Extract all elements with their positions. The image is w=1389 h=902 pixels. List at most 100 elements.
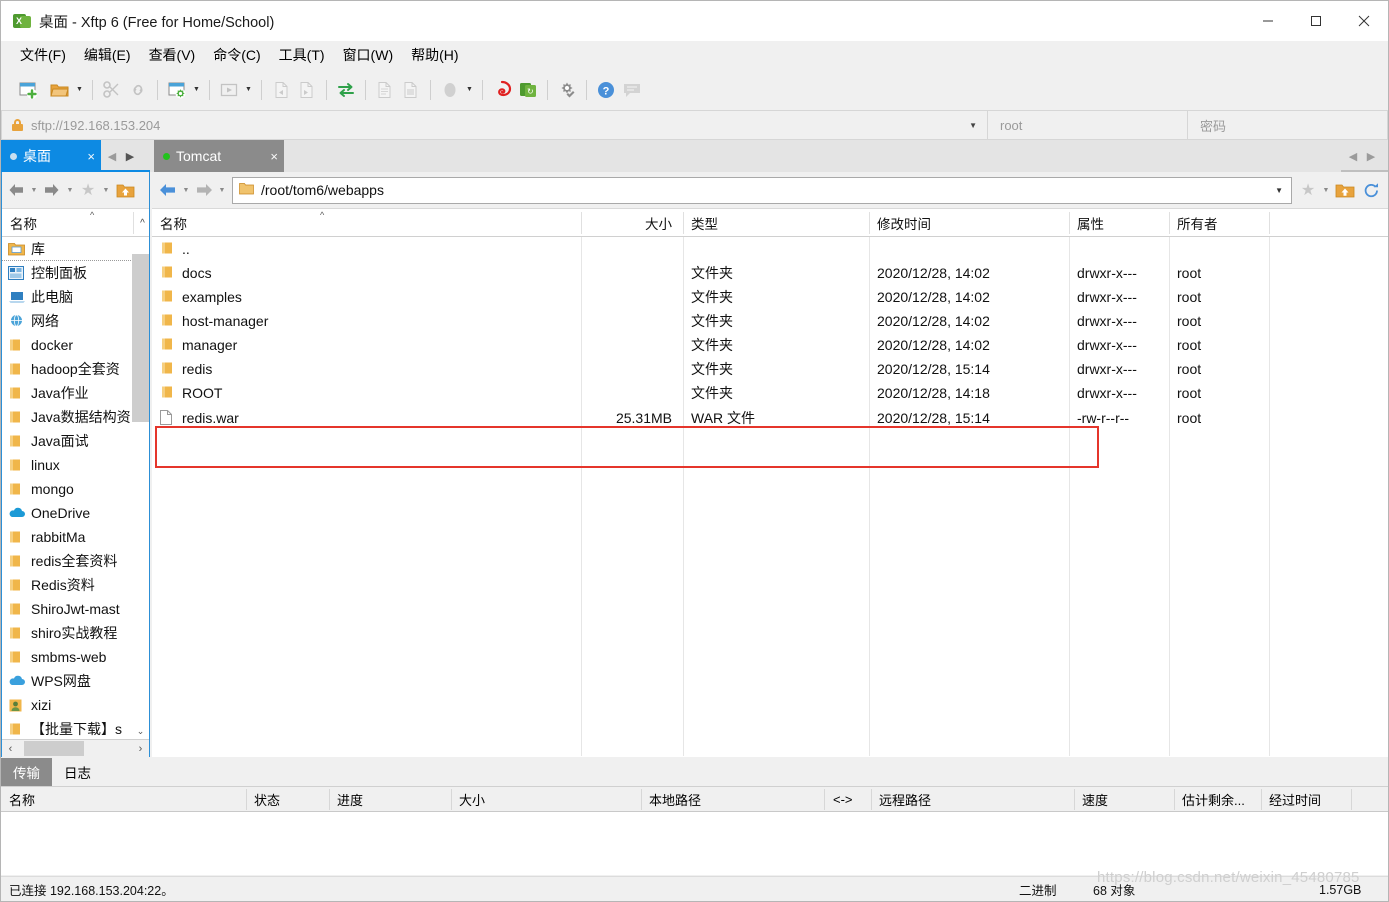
remote-back-chevron-down-icon[interactable]: ▼ [180,177,192,203]
local-star-icon[interactable]: ★ [76,177,100,203]
tab-transfer[interactable]: 传输 [1,758,52,786]
menu-view[interactable]: 查看(V) [140,42,205,68]
remote-col-attrs[interactable]: 属性 [1069,209,1169,237]
remote-up-folder-icon[interactable] [1332,177,1358,203]
list-item[interactable]: 网络 [2,309,149,333]
list-item[interactable]: redis全套资料 [2,549,149,573]
help-icon[interactable]: ? [593,77,619,103]
xfer-col-speed[interactable]: 速度 [1074,787,1174,812]
local-back-arrow-icon[interactable] [4,177,28,203]
sync-transfer-icon[interactable] [333,77,359,103]
list-item[interactable]: 【批量下载】s [2,717,149,739]
session-settings-icon[interactable] [164,77,190,103]
remote-col-modified[interactable]: 修改时间 [869,209,1069,237]
local-file-list[interactable]: 库 控制面板 此电脑 网络 docker hadoop全套资 Java作业 Ja… [2,237,149,740]
local-vscroll-thumb[interactable] [132,254,149,422]
list-item[interactable]: 此电脑 [2,285,149,309]
list-item[interactable]: ShiroJwt-mast [2,597,149,621]
menu-window[interactable]: 窗口(W) [334,42,403,68]
xshell-icon[interactable] [489,77,515,103]
xfer-col-remote-path[interactable]: 远程路径 [871,787,1074,812]
open-folder-icon[interactable] [47,77,73,103]
tab-remote-close-icon[interactable]: × [270,149,278,164]
local-forward-chevron-down-icon[interactable]: ▼ [64,177,76,203]
list-item[interactable]: xizi [2,693,149,717]
list-item[interactable]: 控制面板 [2,261,149,285]
menu-tools[interactable]: 工具(T) [270,42,334,68]
transfer-list[interactable] [1,812,1388,875]
local-star-chevron-down-icon[interactable]: ▼ [100,177,112,203]
xfer-col-size[interactable]: 大小 [451,787,641,812]
remote-file-list[interactable]: .. docs 文件夹 2020/12/28, 14:02 drwxr-x---… [152,237,1388,756]
remote-path-input[interactable]: /root/tom6/webapps ▼ [232,176,1292,204]
remote-col-type[interactable]: 类型 [683,209,869,237]
table-row[interactable]: redis 文件夹 2020/12/28, 15:14 drwxr-x--- r… [152,357,1388,381]
list-item[interactable]: Java面试 [2,429,149,453]
remote-path-chevron-down-icon[interactable]: ▼ [1275,186,1283,195]
list-item[interactable]: hadoop全套资 [2,357,149,381]
xfer-col-progress[interactable]: 进度 [329,787,451,812]
maximize-button[interactable] [1292,1,1340,41]
remote-forward-chevron-down-icon[interactable]: ▼ [216,177,228,203]
list-item[interactable]: rabbitMa [2,525,149,549]
remote-col-owner[interactable]: 所有者 [1169,209,1269,237]
password-input[interactable]: 密码 [1188,110,1388,140]
open-folder-chevron-down-icon[interactable]: ▼ [73,77,86,103]
xfer-col-direction[interactable]: <-> [824,787,871,812]
table-row[interactable]: manager 文件夹 2020/12/28, 14:02 drwxr-x---… [152,333,1388,357]
table-row[interactable]: host-manager 文件夹 2020/12/28, 14:02 drwxr… [152,309,1388,333]
tab-scroll-left-icon[interactable]: ◀ [103,150,121,163]
list-item[interactable]: linux [2,453,149,477]
table-row[interactable]: docs 文件夹 2020/12/28, 14:02 drwxr-x--- ro… [152,261,1388,285]
table-row[interactable]: examples 文件夹 2020/12/28, 14:02 drwxr-x--… [152,285,1388,309]
local-col-scroll-cap[interactable]: ^ [134,209,151,237]
list-item[interactable]: Java作业 [2,381,149,405]
session-url-input[interactable]: sftp://192.168.153.204 ▼ [1,110,988,140]
remote-col-size[interactable]: 大小 [581,209,682,237]
tab-scroll-left-icon-2[interactable]: ◀ [1344,150,1362,163]
options-gear-icon[interactable] [554,77,580,103]
local-up-folder-icon[interactable] [112,177,138,203]
remote-back-arrow-icon[interactable] [156,177,180,203]
xfer-col-eta[interactable]: 估计剩余... [1174,787,1261,812]
menu-help[interactable]: 帮助(H) [402,42,467,68]
xfer-col-status[interactable]: 状态 [246,787,329,812]
username-input[interactable]: root [988,110,1188,140]
local-forward-arrow-icon[interactable] [40,177,64,203]
remote-star-icon[interactable]: ★ [1296,177,1320,203]
close-button[interactable] [1340,1,1388,41]
local-hscroll-thumb[interactable] [24,741,84,756]
local-back-chevron-down-icon[interactable]: ▼ [28,177,40,203]
list-item[interactable]: Java数据结构资 [2,405,149,429]
xfer-col-elapsed[interactable]: 经过时间 [1261,787,1351,812]
local-horizontal-scrollbar[interactable]: ‹ › [2,740,149,757]
list-item[interactable]: Redis资料 [2,573,149,597]
list-item[interactable]: OneDrive [2,501,149,525]
remote-col-name[interactable]: 名称 [152,209,581,237]
remote-forward-arrow-icon[interactable] [192,177,216,203]
tab-scroll-right-icon[interactable]: ▶ [121,150,139,163]
menu-edit[interactable]: 编辑(E) [75,42,140,68]
menu-command[interactable]: 命令(C) [204,42,269,68]
xfer-col-name[interactable]: 名称 [1,787,246,812]
list-item[interactable]: docker [2,333,149,357]
local-scroll-left-icon[interactable]: ‹ [2,743,19,755]
table-row[interactable]: ROOT 文件夹 2020/12/28, 14:18 drwxr-x--- ro… [152,381,1388,405]
local-vertical-scrollbar[interactable]: ⌄ [132,237,149,739]
table-row[interactable]: .. [152,237,1388,261]
list-item[interactable]: mongo [2,477,149,501]
list-item[interactable]: WPS网盘 [2,669,149,693]
table-row[interactable]: redis.war 25.31MB WAR 文件 2020/12/28, 15:… [152,405,1388,431]
tab-local-close-icon[interactable]: × [87,149,95,164]
xfer-col-local-path[interactable]: 本地路径 [641,787,824,812]
menu-file[interactable]: 文件(F) [11,42,75,68]
new-session-icon[interactable] [15,77,41,103]
minimize-button[interactable] [1244,1,1292,41]
tab-remote-tomcat[interactable]: Tomcat × [154,140,284,172]
tab-scroll-right-icon-2[interactable]: ▶ [1362,150,1380,163]
session-settings-chevron-down-icon[interactable]: ▼ [190,77,203,103]
list-item[interactable]: shiro实战教程 [2,621,149,645]
list-item[interactable]: smbms-web [2,645,149,669]
list-item[interactable]: 库 [2,237,149,261]
local-col-name[interactable]: 名称 [2,209,134,237]
